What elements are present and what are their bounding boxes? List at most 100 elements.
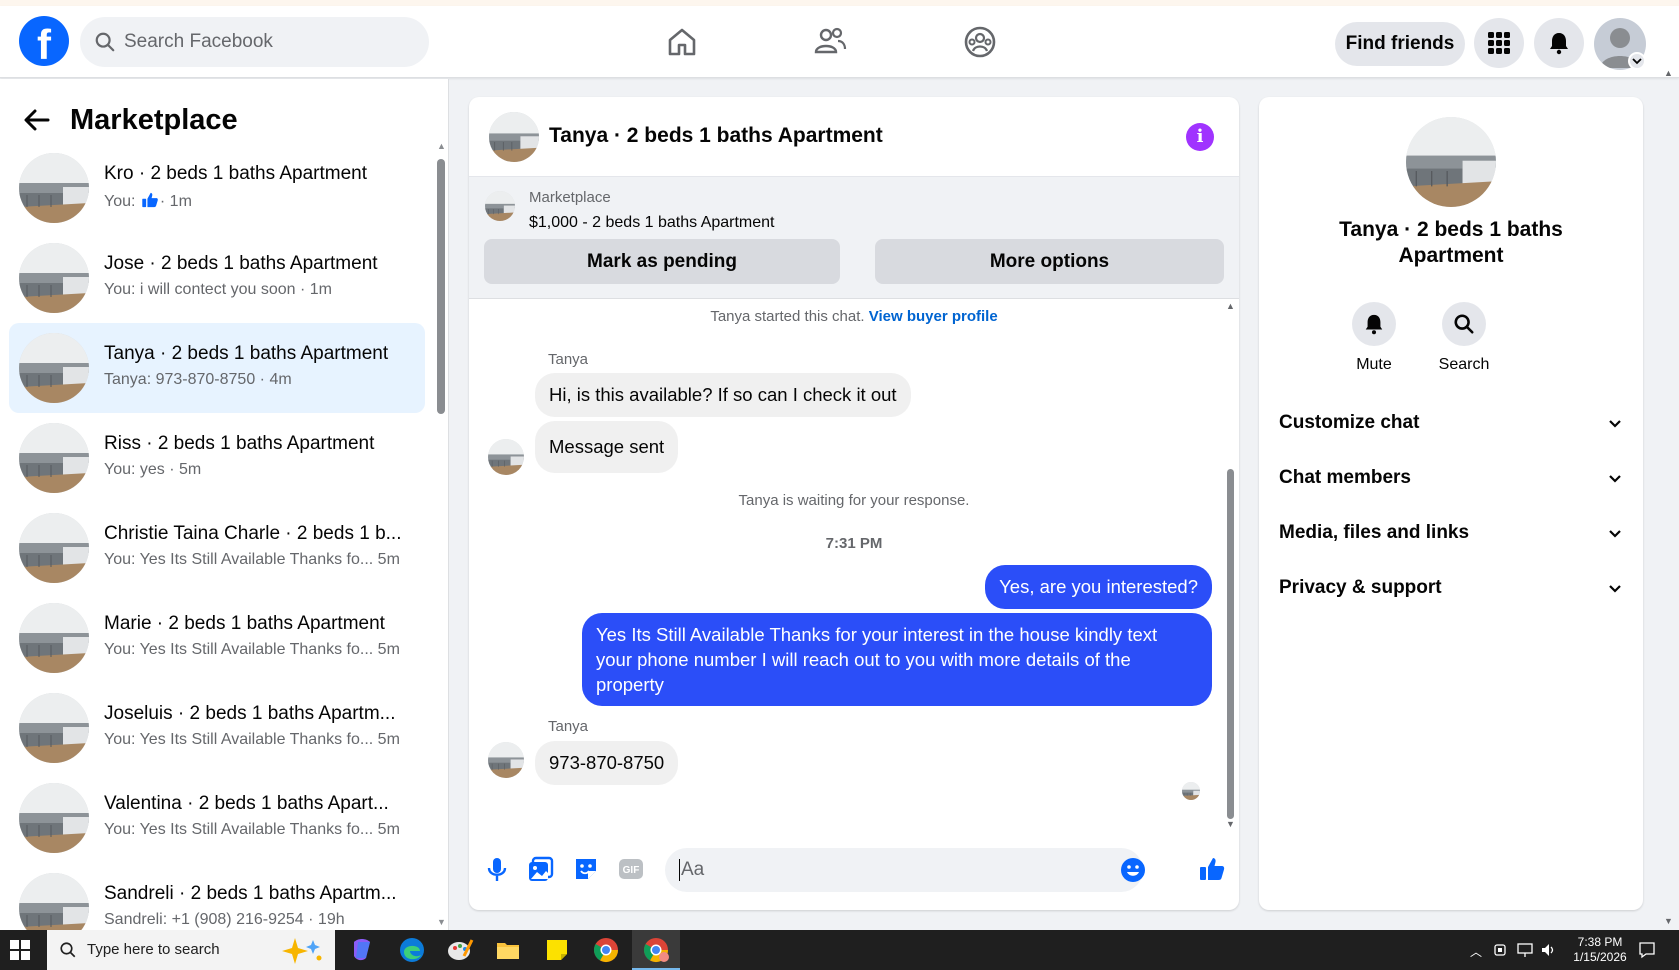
search-action[interactable]: Search [1429, 302, 1499, 374]
clock[interactable]: 7:38 PM 1/15/2026 [1560, 935, 1640, 965]
details-title: Tanya · 2 beds 1 baths Apartment [1339, 218, 1563, 267]
taskbar-search-text: Type here to search [87, 941, 220, 958]
page-scroll-up[interactable]: ▲ [1664, 68, 1673, 78]
edge-icon[interactable] [398, 936, 426, 964]
scroll-up-arrow[interactable]: ▲ [437, 141, 446, 151]
sticker-icon[interactable] [572, 855, 600, 883]
find-friends-button[interactable]: Find friends [1335, 22, 1465, 66]
active-app-highlight[interactable] [632, 930, 680, 970]
groups-icon[interactable] [962, 24, 998, 60]
view-buyer-profile-link[interactable]: View buyer profile [869, 308, 998, 325]
conversation-thumbnail [19, 873, 89, 930]
preview-time: · 1m [159, 193, 192, 210]
search-icon [60, 942, 76, 958]
section-label: Chat members [1279, 467, 1411, 488]
search-bar[interactable]: Search Facebook [80, 17, 429, 67]
conversation-item[interactable]: Jose · 2 beds 1 baths Apartment You: i wi… [9, 233, 425, 323]
back-arrow-icon[interactable] [22, 105, 52, 135]
incoming-message[interactable]: Message sent [535, 421, 679, 473]
media-files-links-section[interactable]: Media, files and links [1279, 514, 1623, 554]
conversation-item[interactable]: Joseluis · 2 beds 1 baths Apartm... You: … [9, 683, 425, 773]
customize-chat-section[interactable]: Customize chat [1279, 404, 1623, 444]
windows-taskbar: Type here to search ︿ 7:38 PM 1/15/2026 [0, 930, 1679, 970]
listing-thumbnail[interactable] [489, 112, 539, 162]
conversation-thumbnail [19, 423, 89, 493]
account-caret[interactable] [1628, 52, 1646, 70]
page-scroll-down[interactable]: ▼ [1664, 916, 1673, 926]
volume-icon[interactable] [1540, 942, 1558, 958]
chat-title[interactable]: Tanya · 2 beds 1 baths Apartment [549, 124, 883, 148]
conversation-preview: You: yes · 5m [104, 461, 409, 479]
message-input[interactable]: Aa [665, 848, 1146, 892]
conversation-item[interactable]: Valentina · 2 beds 1 baths Apart... You: … [9, 773, 425, 863]
chat-scroll-up[interactable]: ▲ [1226, 301, 1235, 311]
incoming-message[interactable]: 973-870-8750 [535, 741, 679, 785]
chrome-icon[interactable] [592, 936, 620, 964]
mark-as-pending-button[interactable]: Mark as pending [484, 239, 840, 284]
friends-icon[interactable] [812, 24, 848, 60]
conversation-name: Christie Taina Charle · 2 beds 1 b... [104, 523, 402, 544]
marketplace-sidebar: Marketplace Kro · 2 beds 1 baths Apartme… [0, 79, 449, 930]
conversation-thumbnail [19, 243, 89, 313]
home-icon[interactable] [664, 24, 700, 60]
facebook-logo-icon[interactable]: f [19, 16, 69, 66]
sparkle-icon [282, 938, 322, 964]
thumbs-up-icon[interactable] [1198, 855, 1226, 883]
copilot-icon[interactable] [348, 936, 376, 964]
conversation-item[interactable]: Marie · 2 beds 1 baths Apartment You: Yes… [9, 593, 425, 683]
search-icon [95, 32, 115, 52]
show-hidden-icons[interactable]: ︿ [1470, 943, 1482, 960]
outgoing-message[interactable]: Yes, are you interested? [985, 565, 1212, 609]
preview-text: You: Yes Its Still Available Thanks fo..… [104, 731, 400, 748]
sender-avatar[interactable] [488, 439, 524, 475]
incoming-message[interactable]: Hi, is this available? If so can I check… [535, 373, 911, 417]
scroll-down-arrow[interactable]: ▼ [437, 917, 446, 927]
composer-bar: GIF Aa [469, 837, 1239, 910]
mute-label: Mute [1356, 356, 1392, 373]
preview-text: You: i will contect you soon · 1m [104, 281, 332, 298]
sidebar-scrollbar[interactable] [437, 159, 445, 414]
preview-text: You: Yes Its Still Available Thanks fo..… [104, 641, 400, 658]
notification-center-icon[interactable] [1638, 941, 1656, 959]
message-input-placeholder: Aa [679, 859, 705, 881]
taskbar-search-box[interactable]: Type here to search [47, 930, 335, 970]
privacy-support-section[interactable]: Privacy & support [1279, 569, 1623, 609]
file-explorer-icon[interactable] [494, 936, 522, 964]
conversation-item[interactable]: Tanya · 2 beds 1 baths Apartment Tanya: 9… [9, 323, 425, 413]
paint-icon[interactable] [446, 936, 474, 964]
listing-small-thumbnail [485, 191, 515, 221]
device-icon[interactable] [1493, 942, 1509, 958]
info-icon[interactable]: i [1186, 123, 1214, 151]
svg-text:GIF: GIF [623, 865, 640, 876]
chat-header: Tanya · 2 beds 1 baths Apartment i [469, 97, 1239, 177]
conversation-item[interactable]: Riss · 2 beds 1 baths Apartment You: yes … [9, 413, 425, 503]
gif-icon[interactable]: GIF [617, 855, 645, 883]
sidebar-header: Marketplace [22, 95, 238, 145]
emoji-icon[interactable] [1120, 857, 1146, 883]
listing-large-thumbnail[interactable] [1406, 117, 1496, 207]
more-options-button[interactable]: More options [875, 239, 1224, 284]
notifications-button[interactable] [1534, 18, 1584, 68]
chat-scrollbar[interactable] [1227, 469, 1234, 819]
sticky-notes-icon[interactable] [543, 936, 571, 964]
conversation-item[interactable]: Christie Taina Charle · 2 beds 1 b... You… [9, 503, 425, 593]
conversation-item[interactable]: Sandreli · 2 beds 1 baths Apartm... Sandr… [9, 863, 425, 930]
windows-start-icon[interactable] [10, 940, 30, 960]
conversation-preview: Sandreli: +1 (908) 216-9254 · 19h [104, 911, 409, 929]
conversation-thumbnail [19, 783, 89, 853]
conversation-thumbnail [19, 333, 89, 403]
conversation-item[interactable]: Kro · 2 beds 1 baths Apartment You: · 1m [9, 143, 425, 233]
listing-price[interactable]: $1,000 - 2 beds 1 baths Apartment [529, 214, 775, 232]
mute-action[interactable]: Mute [1339, 302, 1409, 374]
conversation-thumbnail [19, 513, 89, 583]
sender-avatar[interactable] [488, 742, 524, 778]
menu-button[interactable] [1474, 18, 1524, 68]
photo-icon[interactable] [527, 855, 555, 883]
microphone-icon[interactable] [483, 855, 511, 883]
preview-text: Tanya: 973-870-8750 · 4m [104, 371, 292, 388]
chat-scroll-down[interactable]: ▼ [1226, 819, 1235, 829]
chat-members-section[interactable]: Chat members [1279, 459, 1623, 499]
network-icon[interactable] [1516, 942, 1534, 958]
top-navbar: f Search Facebook Find friends [0, 6, 1679, 78]
outgoing-message[interactable]: Yes Its Still Available Thanks for your … [582, 613, 1212, 706]
